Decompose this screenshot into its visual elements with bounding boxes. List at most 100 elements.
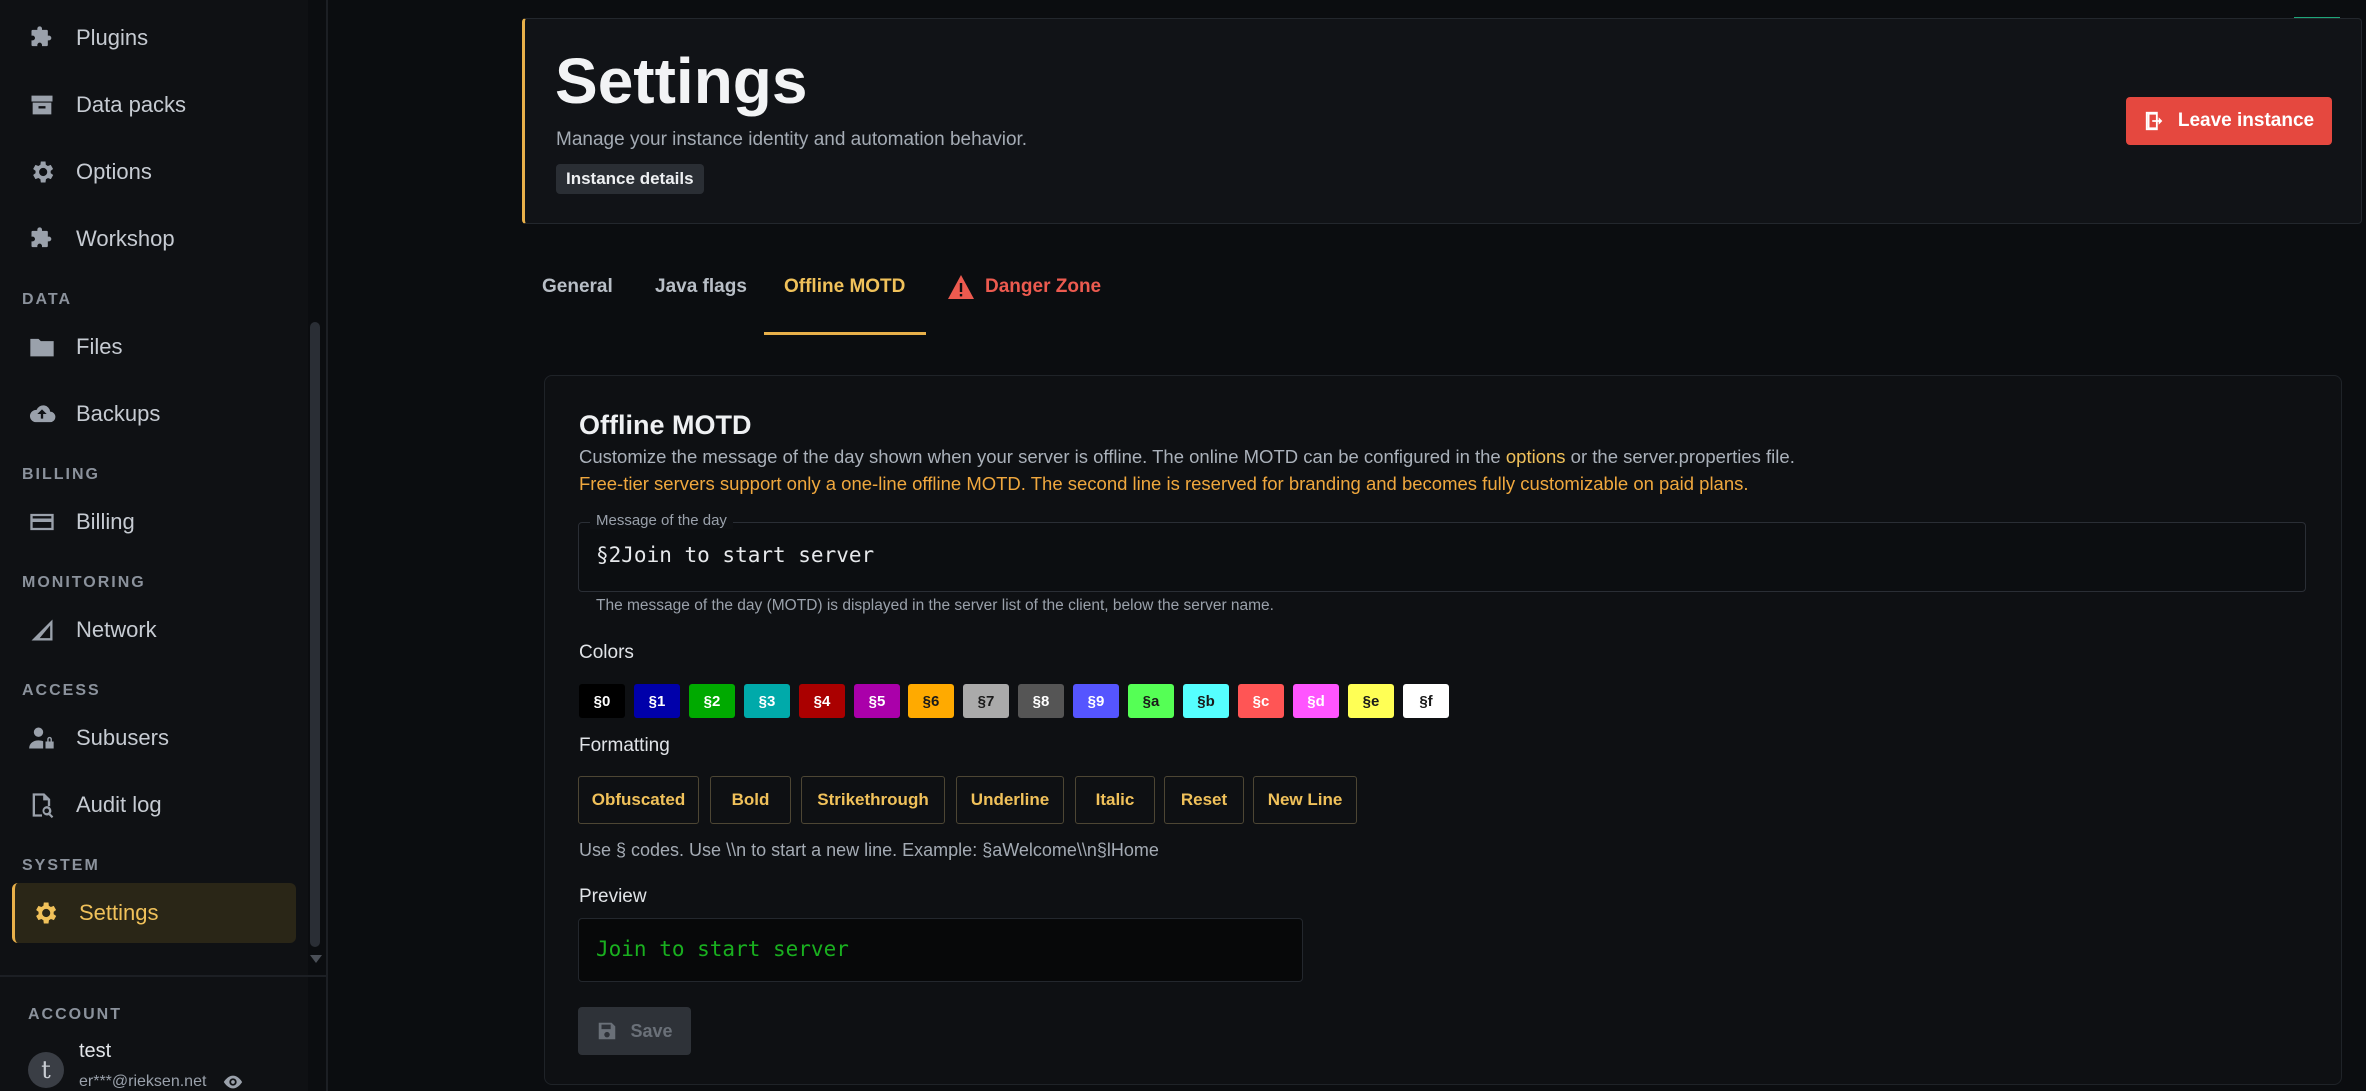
format-bold-button[interactable]: Bold <box>710 776 791 824</box>
tab-danger-zone-label: Danger Zone <box>985 276 1102 297</box>
color-chip[interactable]: §a <box>1128 684 1174 718</box>
save-button[interactable]: Save <box>578 1007 691 1055</box>
signal-icon <box>24 612 60 648</box>
preview-heading: Preview <box>579 886 647 907</box>
sign-out-icon <box>2145 111 2163 131</box>
options-link[interactable]: options <box>1506 446 1566 467</box>
sidebar-item-backups[interactable]: Backups <box>12 384 296 444</box>
gear-icon <box>27 895 63 931</box>
warning-icon <box>948 275 974 299</box>
color-chip[interactable]: §1 <box>634 684 680 718</box>
leave-instance-label: Leave instance <box>2177 110 2315 131</box>
sidebar-item-subusers[interactable]: Subusers <box>12 708 296 768</box>
color-chip[interactable]: §c <box>1238 684 1284 718</box>
sidebar-item-plugins[interactable]: Plugins <box>12 8 296 68</box>
format-italic-button[interactable]: Italic <box>1075 776 1155 824</box>
sidebar-item-label: Audit log <box>76 792 162 817</box>
sidebar-item-data-packs[interactable]: Data packs <box>12 75 296 135</box>
card-title: Offline MOTD <box>579 410 752 440</box>
instance-details-badge: Instance details <box>556 164 704 194</box>
color-chip[interactable]: §9 <box>1073 684 1119 718</box>
desc-text: Customize the message of the day shown w… <box>579 446 1506 467</box>
sidebar-item-label: Billing <box>76 509 135 534</box>
avatar[interactable]: t <box>28 1052 64 1088</box>
color-chip[interactable]: §5 <box>854 684 900 718</box>
tab-general[interactable]: General <box>542 276 613 298</box>
sidebar-item-label: Files <box>76 334 123 359</box>
color-chip[interactable]: §d <box>1293 684 1339 718</box>
puzzle-icon <box>24 20 60 56</box>
active-tab-indicator <box>764 332 926 335</box>
desc-text-after: or the server.properties file. <box>1565 446 1795 467</box>
sidebar-item-network[interactable]: Network <box>12 600 296 660</box>
cloud-upload-icon <box>24 396 60 432</box>
color-chip[interactable]: §6 <box>908 684 954 718</box>
sidebar-item-workshop[interactable]: Workshop <box>12 209 296 269</box>
section-heading-billing: BILLING <box>22 466 100 483</box>
format-new-line-button[interactable]: New Line <box>1253 776 1357 824</box>
sidebar-border <box>326 0 328 1091</box>
colors-heading: Colors <box>579 642 634 663</box>
color-chip[interactable]: §b <box>1183 684 1229 718</box>
page-subtitle: Manage your instance identity and automa… <box>556 129 1028 150</box>
sidebar-item-options[interactable]: Options <box>12 142 296 202</box>
color-chip[interactable]: §0 <box>579 684 625 718</box>
account-heading: ACCOUNT <box>28 1006 122 1023</box>
puzzle-icon <box>24 221 60 257</box>
motd-preview-text: Join to start server <box>596 937 849 961</box>
sidebar-divider <box>0 975 326 977</box>
tab-danger-zone[interactable]: Danger Zone <box>947 274 1101 300</box>
formatting-heading: Formatting <box>579 735 670 756</box>
page-title: Settings <box>555 45 808 117</box>
sidebar-item-audit-log[interactable]: Audit log <box>12 775 296 835</box>
sidebar-scrollbar[interactable] <box>310 322 320 947</box>
eye-icon[interactable] <box>222 1074 244 1090</box>
sidebar-item-label: Backups <box>76 401 161 426</box>
floppy-disk-icon <box>599 1022 616 1040</box>
section-heading-access: ACCESS <box>22 682 101 699</box>
color-chip[interactable]: §4 <box>799 684 845 718</box>
codes-helper-text: Use § codes. Use \\n to start a new line… <box>579 840 1159 860</box>
motd-input-label: Message of the day <box>590 512 733 529</box>
tab-java-flags[interactable]: Java flags <box>655 276 747 298</box>
sidebar-item-label: Network <box>76 617 157 642</box>
color-chip[interactable]: §3 <box>744 684 790 718</box>
sidebar-item-label: Settings <box>79 900 159 925</box>
sidebar-item-label: Data packs <box>76 92 187 117</box>
archive-icon <box>24 87 60 123</box>
section-heading-data: DATA <box>22 291 73 308</box>
sidebar-item-files[interactable]: Files <box>12 317 296 377</box>
tab-offline-motd[interactable]: Offline MOTD <box>784 276 905 298</box>
color-chip[interactable]: §8 <box>1018 684 1064 718</box>
format-obfuscated-button[interactable]: Obfuscated <box>578 776 699 824</box>
folder-icon <box>24 329 60 365</box>
save-label: Save <box>630 1020 673 1041</box>
section-heading-system: SYSTEM <box>22 857 100 874</box>
color-chip[interactable]: §2 <box>689 684 735 718</box>
motd-input-value[interactable]: §2Join to start server <box>596 543 874 567</box>
scroll-down-arrow-icon[interactable] <box>310 955 322 963</box>
sidebar-item-label: Options <box>76 159 152 184</box>
format-strikethrough-button[interactable]: Strikethrough <box>801 776 945 824</box>
sidebar-item-label: Subusers <box>76 725 169 750</box>
sidebar: Plugins Data packs Options Workshop DATA… <box>0 0 308 1091</box>
format-underline-button[interactable]: Underline <box>956 776 1064 824</box>
sidebar-item-billing[interactable]: Billing <box>12 492 296 552</box>
color-chip[interactable]: §f <box>1403 684 1449 718</box>
sidebar-item-label: Plugins <box>76 25 149 50</box>
file-search-icon <box>24 787 60 823</box>
format-reset-button[interactable]: Reset <box>1164 776 1244 824</box>
color-chip[interactable]: §e <box>1348 684 1394 718</box>
section-heading-monitoring: MONITORING <box>22 574 146 591</box>
motd-helper-text: The message of the day (MOTD) is display… <box>596 597 1274 614</box>
color-chip[interactable]: §7 <box>963 684 1009 718</box>
gear-icon <box>24 154 60 190</box>
sidebar-item-settings[interactable]: Settings <box>12 883 296 943</box>
card-description: Customize the message of the day shown w… <box>579 446 1795 468</box>
sidebar-item-label: Workshop <box>76 226 175 251</box>
account-email: er***@rieksen.net <box>79 1073 207 1090</box>
account-name: test <box>79 1040 112 1062</box>
leave-instance-button[interactable]: Leave instance <box>2126 97 2332 145</box>
user-lock-icon <box>24 720 60 756</box>
free-tier-warning: Free-tier servers support only a one-lin… <box>579 473 1749 494</box>
